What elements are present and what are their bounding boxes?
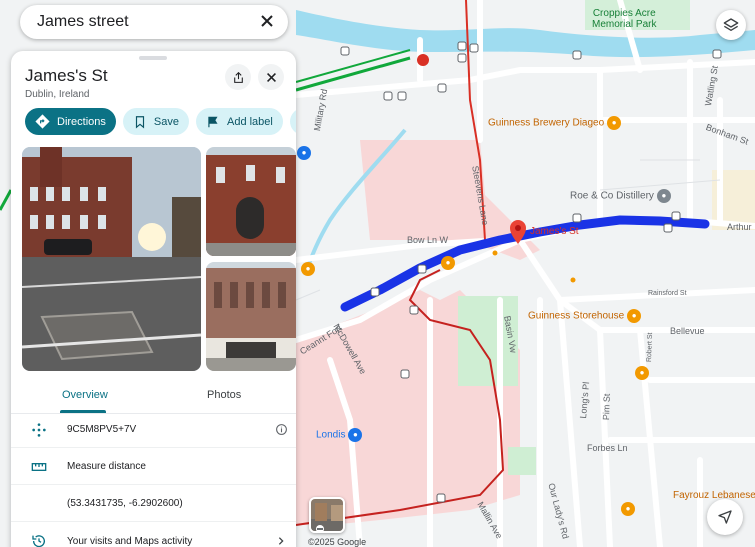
street-label-bow-ln: Bow Ln W — [407, 235, 449, 245]
visits-activity-text: Your visits and Maps activity — [67, 535, 193, 547]
building-photo — [206, 147, 296, 256]
close-icon — [266, 72, 276, 82]
directions-icon — [35, 114, 50, 129]
drag-handle[interactable] — [139, 56, 167, 60]
photo-main[interactable] — [22, 147, 201, 371]
poi-cafe-marker[interactable]: ● — [438, 256, 455, 270]
my-location-button[interactable] — [707, 499, 743, 535]
tab-photos[interactable]: Photos — [207, 389, 241, 401]
street-label-robert: Robert St — [646, 332, 655, 363]
restaurant-icon: ● — [635, 366, 649, 380]
plus-code-row[interactable]: 9C5M8PV5+7V — [11, 412, 296, 448]
street-label-bellevue: Bellevue — [670, 326, 705, 336]
add-label-label: Add label — [226, 115, 273, 128]
chevron-right-icon — [266, 536, 296, 546]
street-view-thumbnail[interactable] — [309, 497, 345, 533]
street-label-forbes: Forbes Ln — [587, 443, 628, 453]
add-label-button[interactable]: Add label — [195, 108, 283, 135]
poi-restaurant-marker[interactable]: ● — [632, 366, 649, 380]
poi-restaurant-marker-3[interactable]: ● — [298, 262, 315, 276]
building-photo-2 — [206, 262, 296, 371]
poi-roe-distillery[interactable]: Roe & Co Distillery ● — [570, 189, 671, 203]
flag-icon — [208, 116, 218, 127]
close-panel-button[interactable] — [258, 64, 284, 90]
poi-croppies-acre[interactable]: Croppies Acre Memorial Park — [592, 8, 656, 30]
restaurant-icon: ● — [621, 502, 635, 516]
share-button[interactable] — [225, 64, 251, 90]
save-button[interactable]: Save — [122, 108, 189, 135]
more-actions-button[interactable] — [289, 108, 296, 135]
poi-fayrouz[interactable]: Fayrouz Lebanese — [673, 490, 755, 501]
clear-search-button[interactable] — [258, 13, 276, 31]
visits-activity-row[interactable]: Your visits and Maps activity — [11, 523, 296, 547]
layers-icon — [723, 18, 739, 31]
bookmark-icon — [135, 115, 144, 128]
coordinates-text: (53.3431735, -6.2902600) — [67, 498, 183, 509]
place-panel: James's St Dublin, Ireland Directions Sa… — [11, 51, 296, 547]
street-label-rainsford: Rainsford St — [648, 290, 687, 297]
plus-code-icon — [11, 422, 67, 438]
shopping-cart-icon: ● — [348, 428, 363, 442]
restaurant-icon: ● — [301, 262, 315, 276]
distillery-icon: ● — [656, 189, 671, 203]
plus-code-text: 9C5M8PV5+7V — [67, 424, 137, 435]
poi-guinness-brewery[interactable]: Guinness Brewery Diageo ● — [488, 116, 622, 130]
place-tabs: Overview Photos — [11, 381, 296, 414]
directions-label: Directions — [57, 115, 106, 128]
poi-londis[interactable]: Londis ● — [316, 428, 363, 442]
action-chips: Directions Save Add label — [25, 108, 296, 135]
cafe-icon: ● — [441, 256, 455, 270]
save-label: Save — [153, 115, 179, 128]
coordinates-row[interactable]: (53.3431735, -6.2902600) — [11, 486, 296, 522]
photo-gallery — [22, 147, 296, 371]
info-icon — [275, 424, 287, 435]
search-box[interactable]: James street — [20, 5, 288, 39]
beer-icon: ● — [607, 116, 622, 130]
street-photo — [22, 147, 201, 371]
place-locality: Dublin, Ireland — [25, 89, 90, 100]
place-title: James's St — [25, 66, 108, 85]
beer-icon: ● — [627, 309, 642, 323]
street-label-arthur: Arthur — [727, 222, 752, 232]
measure-distance-row[interactable]: Measure distance — [11, 449, 296, 485]
search-input[interactable]: James street — [37, 13, 258, 31]
measure-distance-text: Measure distance — [67, 461, 146, 472]
map-copyright: ©2025 Google — [308, 537, 367, 547]
poi-restaurant-marker-2[interactable]: ● — [618, 502, 635, 516]
photo-top-right[interactable] — [206, 147, 296, 256]
share-icon — [233, 71, 243, 83]
info-button[interactable] — [266, 423, 296, 436]
street-label-james: James's St — [530, 226, 579, 237]
street-view-image — [311, 499, 343, 531]
shopping-cart-icon: ● — [297, 146, 311, 160]
navigation-arrow-icon — [718, 510, 732, 524]
poi-shop-marker[interactable]: ● — [294, 146, 311, 160]
photo-bottom-right[interactable] — [206, 262, 296, 371]
history-icon — [11, 533, 67, 547]
street-label-pim: Pim St — [601, 393, 612, 421]
poi-guinness-storehouse[interactable]: Guinness Storehouse ● — [528, 309, 642, 323]
ruler-icon — [11, 459, 67, 475]
close-icon — [261, 15, 273, 27]
directions-button[interactable]: Directions — [25, 108, 116, 135]
layers-button[interactable] — [716, 10, 746, 40]
tab-overview[interactable]: Overview — [62, 389, 108, 401]
